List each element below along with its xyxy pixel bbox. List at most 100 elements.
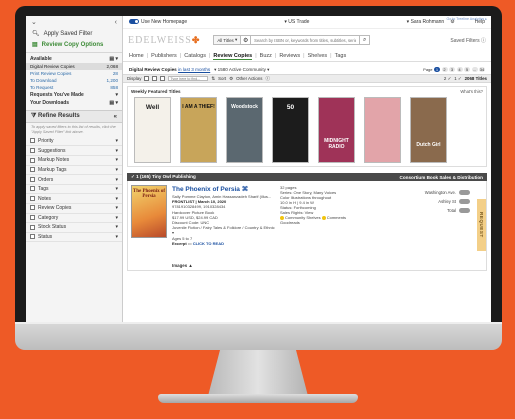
count-row-request[interactable]: To Request 858: [26, 84, 122, 91]
facet-category[interactable]: Category ▾: [26, 214, 122, 224]
collapse-sidebar-icon[interactable]: ‹: [115, 19, 117, 26]
review-copy-options-link[interactable]: ▤ Review Copy Options: [26, 39, 122, 50]
selected-count[interactable]: 2 ✓: [444, 76, 451, 82]
featured-cover[interactable]: 50: [272, 97, 309, 163]
book-title[interactable]: The Phoenix of Persia ⌘: [172, 185, 248, 193]
click-to-read-link[interactable]: CLICK TO READ: [193, 241, 224, 246]
downloads-header[interactable]: Your Downloads ▤ ▾: [26, 99, 122, 107]
chevron-down-icon[interactable]: ⌄: [31, 18, 37, 26]
chevron-down-icon[interactable]: ▾: [115, 177, 118, 183]
help-circle-icon[interactable]: ⓘ: [265, 76, 269, 82]
detail-view-icon[interactable]: [160, 76, 166, 81]
nav-item-review-copies[interactable]: Review Copies: [213, 53, 253, 60]
featured-cover[interactable]: Woodstock: [226, 97, 263, 163]
store-toggle[interactable]: [459, 208, 470, 213]
facet-review-copies[interactable]: Review Copies ▾: [26, 204, 122, 214]
collapse-icon[interactable]: «: [114, 114, 117, 120]
downloads-menu-icon[interactable]: ▤ ▾: [109, 100, 118, 106]
nav-item-buzz[interactable]: Buzz: [260, 53, 272, 59]
chevron-down-icon[interactable]: ▾: [115, 157, 118, 163]
homepage-toggle[interactable]: Use New Homepage: [129, 19, 187, 25]
page-button[interactable]: 3: [449, 67, 455, 72]
facet-markup-tags[interactable]: Markup Tags ▾: [26, 166, 122, 176]
checkbox[interactable]: [30, 215, 35, 221]
grid-view-icon[interactable]: [144, 76, 150, 81]
request-tag[interactable]: REQUEST: [477, 199, 486, 251]
featured-cover[interactable]: I AM A THIEF!: [180, 97, 217, 163]
page-button[interactable]: 5: [464, 67, 470, 72]
store-toggle[interactable]: [459, 190, 470, 195]
list-view-icon[interactable]: [152, 76, 158, 81]
period-select[interactable]: in last 3 months: [178, 67, 210, 72]
facet-orders[interactable]: Orders ▾: [26, 175, 122, 185]
chevron-down-icon[interactable]: ▾: [115, 148, 118, 154]
chevron-down-icon[interactable]: ▾: [115, 138, 118, 144]
page-button[interactable]: 2: [441, 67, 448, 72]
featured-cover[interactable]: MIDNIGHT RADIO: [318, 97, 355, 163]
checkbox[interactable]: [30, 186, 35, 192]
facet-suggestions[interactable]: Suggestions ▾: [26, 146, 122, 157]
chevron-down-icon[interactable]: ▾: [115, 234, 118, 240]
user-menu[interactable]: ▾ Sara Rohmann: [407, 19, 445, 25]
page-button[interactable]: 1: [434, 67, 440, 72]
checkbox[interactable]: [30, 234, 35, 240]
checkbox[interactable]: [30, 157, 35, 163]
nav-item-home[interactable]: Home: [129, 53, 144, 59]
sort-button[interactable]: Sort: [218, 76, 226, 81]
count-row-print[interactable]: Print Review Copies 28: [26, 70, 122, 77]
chevron-down-icon[interactable]: ▾: [115, 215, 118, 221]
flag-count[interactable]: 1 ✓: [454, 76, 461, 82]
gear-icon[interactable]: ⚙: [229, 76, 233, 82]
nav-item-tags[interactable]: Tags: [335, 53, 347, 59]
nav-item-publishers[interactable]: Publishers: [151, 53, 177, 59]
facet-priority[interactable]: Priority ▾: [26, 137, 122, 147]
store-toggle[interactable]: [459, 199, 470, 204]
apply-saved-filter-link[interactable]: 🔍︎ Apply Saved Filter: [26, 28, 122, 39]
search-icon[interactable]: ⌕: [359, 36, 369, 44]
goodreads-link[interactable]: Goodreads: [280, 220, 360, 225]
publisher-name[interactable]: ✓ 1 (165) Tiny Owl Publishing: [131, 174, 196, 180]
facet-tags[interactable]: Tags ▾: [26, 185, 122, 195]
help-circle-icon[interactable]: ⓘ: [481, 38, 486, 44]
chevron-down-icon[interactable]: ▾: [115, 92, 118, 98]
images-toggle[interactable]: Images ▲: [172, 263, 193, 268]
available-header[interactable]: Available ▤ ▾: [26, 55, 122, 63]
region-select[interactable]: ▾ US Trade: [284, 19, 309, 25]
checkbox[interactable]: [30, 138, 35, 144]
checkbox[interactable]: [30, 176, 35, 182]
find-input[interactable]: [168, 75, 209, 82]
checkbox[interactable]: [30, 167, 35, 173]
checkbox[interactable]: [30, 195, 35, 201]
page-button[interactable]: 4: [456, 67, 463, 72]
chevron-down-icon[interactable]: ▾: [115, 224, 118, 230]
checkbox[interactable]: [30, 205, 35, 211]
chevron-down-icon[interactable]: ▾: [115, 186, 118, 192]
featured-cover[interactable]: Well: [134, 97, 171, 163]
requests-made-header[interactable]: Requests You've Made ▾: [26, 91, 122, 99]
checkbox[interactable]: [30, 224, 35, 230]
saved-filters-link[interactable]: Saved Filters ⓘ: [450, 37, 486, 44]
page-button[interactable]: ...: [471, 67, 478, 72]
page-button[interactable]: 34: [479, 67, 485, 72]
checkbox[interactable]: [30, 147, 35, 153]
refine-results-header[interactable]: ⧩ Refine Results «: [26, 110, 122, 123]
available-menu-icon[interactable]: ▤ ▾: [109, 56, 118, 62]
count-row-digital[interactable]: Digital Review Copies 2,068: [26, 63, 122, 70]
facet-status[interactable]: Status ▾: [26, 233, 122, 243]
nav-item-shelves[interactable]: Shelves: [308, 53, 328, 59]
chevron-down-icon[interactable]: ▾: [115, 205, 118, 211]
sort-icon[interactable]: ⇅: [211, 76, 215, 82]
toggle-switch[interactable]: [129, 19, 139, 25]
treeline-link[interactable]: Go to Treeline Analytics ▸: [446, 17, 487, 21]
whats-this-link[interactable]: What's this?: [460, 89, 483, 94]
other-actions-button[interactable]: Other Actions: [236, 76, 262, 81]
facet-stock-status[interactable]: Stock Status ▾: [26, 223, 122, 233]
facet-markup-notes[interactable]: Markup Notes ▾: [26, 156, 122, 166]
edelweiss-logo[interactable]: EDELWEISS✤: [128, 35, 200, 46]
search-category-select[interactable]: All Titles ▾: [214, 36, 242, 44]
featured-cover[interactable]: [364, 97, 401, 163]
count-row-download[interactable]: To Download 1,200: [26, 77, 122, 84]
comments-link[interactable]: Comments: [327, 215, 346, 220]
facet-notes[interactable]: Notes ▾: [26, 194, 122, 204]
settings-icon[interactable]: ⚙: [241, 36, 252, 44]
